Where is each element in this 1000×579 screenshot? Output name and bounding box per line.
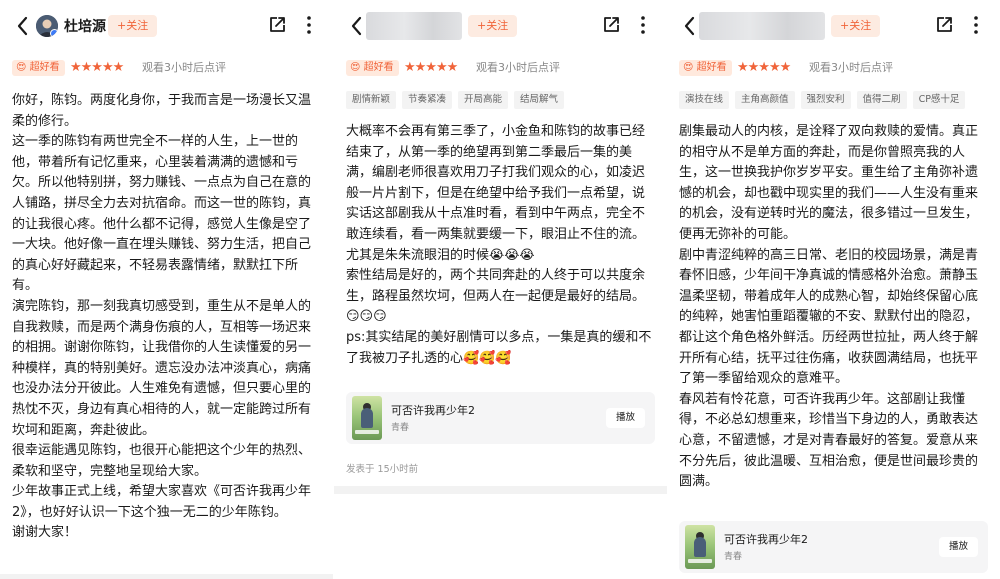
review-body: 大概率不会再有第三季了，小金鱼和陈钧的故事已经结束了，从第一季的绝望再到第二季最…	[346, 122, 657, 369]
more-options-icon[interactable]	[640, 14, 646, 36]
verified-badge-icon	[50, 29, 58, 37]
review-screens: 杜培源 +关注 😍 超好看 ★★★★★ 观看3小时后点评 你好，陈钧。两度化身你…	[0, 0, 1000, 579]
drama-title: 可否许我再少年2	[391, 404, 475, 417]
header: +关注	[334, 10, 667, 42]
back-arrow-icon[interactable]	[14, 14, 32, 38]
follow-button[interactable]: +关注	[468, 15, 518, 37]
share-icon[interactable]	[268, 16, 286, 34]
avatar[interactable]	[36, 15, 58, 37]
review-paragraph: 这一季的陈钧有两世完全不一样的人生，上一世的他，带着所有记忆重来，心里装着满满的…	[12, 134, 312, 294]
drama-genre: 青春	[391, 423, 410, 433]
review-panel-2: +关注 😍 超好看 ★★★★★ 观看3小时后点评 剧情新颖 节奏紧凑 开局高能 …	[334, 0, 667, 579]
tag[interactable]: CP感十足	[912, 91, 966, 109]
drama-card[interactable]: 可否许我再少年2 青春 播放	[679, 521, 988, 573]
drama-poster-image	[685, 525, 715, 569]
review-paragraph: 少年故事正式上线，希望大家喜欢《可否许我再少年2》，也好好认识一下这个独一无二的…	[12, 484, 312, 520]
section-divider	[0, 574, 333, 579]
header: +关注	[667, 10, 1000, 42]
section-divider	[334, 486, 667, 494]
tag-list: 演技在线 主角高颜值 强烈安利 值得二刷 CP感十足	[679, 91, 966, 109]
tag[interactable]: 剧情新颖	[346, 91, 397, 109]
play-button[interactable]: 播放	[938, 537, 978, 557]
play-button[interactable]: 播放	[605, 408, 645, 428]
review-panel-3: +关注 😍 超好看 ★★★★★ 观看3小时后点评 演技在线 主角高颜值 强烈安利…	[667, 0, 1000, 579]
author-name[interactable]: 杜培源	[64, 16, 106, 36]
rating-badge: 😍 超好看	[679, 60, 732, 76]
blurred-author-area	[699, 12, 825, 40]
review-paragraph: ps:其实结尾的美好剧情可以多点，一集是真的缓和不了我被刀子扎透的心🥰🥰🥰	[346, 329, 652, 366]
review-paragraph: 索性结局是好的，两个共同奔赴的人终于可以共度余生，路程虽然坎坷，但两人在一起便是…	[346, 268, 646, 304]
back-arrow-icon[interactable]	[348, 14, 366, 38]
rating-stars: ★★★★★	[737, 60, 791, 75]
rating-stars: ★★★★★	[404, 60, 458, 75]
drama-card[interactable]: 可否许我再少年2 青春 播放	[346, 392, 655, 444]
rating-badge: 😍 超好看	[12, 60, 65, 76]
review-paragraph: 尤其是朱朱流眼泪的时候😭😭😭	[346, 247, 535, 263]
drama-genre: 青春	[724, 552, 743, 562]
header: 杜培源 +关注	[0, 10, 333, 42]
more-options-icon[interactable]	[306, 14, 312, 36]
posted-time: 发表于 15小时前	[346, 464, 419, 475]
blurred-author-area	[366, 12, 462, 40]
more-options-icon[interactable]	[973, 14, 979, 36]
rating-note: 观看3小时后点评	[809, 61, 893, 74]
review-paragraph: 很幸运能遇见陈钧，也很开心能把这个少年的热烈、柔软和坚守，完整地呈现给大家。	[12, 443, 312, 479]
review-paragraph: 你好，陈钧。两度化身你，于我而言是一场漫长又温柔的修行。	[12, 93, 312, 129]
drama-poster-image	[352, 396, 382, 440]
tag[interactable]: 值得二刷	[856, 91, 907, 109]
review-paragraph: 演完陈钧，那一刻我真切感受到，重生从不是单人的自我救赎，而是两个满身伤痕的人，互…	[12, 298, 312, 438]
review-paragraph: 大概率不会再有第三季了，小金鱼和陈钧的故事已经结束了，从第一季的绝望再到第二季最…	[346, 124, 646, 242]
rating-note: 观看3小时后点评	[476, 61, 560, 74]
tag[interactable]: 节奏紧凑	[402, 91, 453, 109]
review-paragraph: 剧中青涩纯粹的高三日常、老旧的校园场景，满是青春怀旧感，少年间干净真诚的情感格外…	[679, 247, 979, 387]
tag[interactable]: 强烈安利	[800, 91, 851, 109]
rating-badge: 😍 超好看	[346, 60, 399, 76]
review-panel-1: 杜培源 +关注 😍 超好看 ★★★★★ 观看3小时后点评 你好，陈钧。两度化身你…	[0, 0, 333, 579]
review-paragraph: 春风若有怜花意，可否许我再少年。这部剧让我懂得，不必总幻想重来，珍惜当下身边的人…	[679, 391, 979, 490]
back-arrow-icon[interactable]	[681, 14, 699, 38]
tag[interactable]: 主角高颜值	[735, 91, 795, 109]
review-body: 你好，陈钧。两度化身你，于我而言是一场漫长又温柔的修行。 这一季的陈钧有两世完全…	[12, 91, 323, 544]
follow-button[interactable]: +关注	[108, 15, 158, 37]
follow-button[interactable]: +关注	[831, 15, 881, 37]
tag[interactable]: 开局高能	[458, 91, 509, 109]
rating-note: 观看3小时后点评	[142, 61, 226, 74]
share-icon[interactable]	[935, 16, 953, 34]
share-icon[interactable]	[602, 16, 620, 34]
review-body: 剧集最动人的内核，是诠释了双向救赎的爱情。真正的相守从不是单方面的奔赴，而是你曾…	[679, 122, 990, 493]
review-paragraph: 剧集最动人的内核，是诠释了双向救赎的爱情。真正的相守从不是单方面的奔赴，而是你曾…	[679, 124, 979, 242]
tag[interactable]: 结局解气	[514, 91, 565, 109]
drama-title: 可否许我再少年2	[724, 533, 808, 546]
review-paragraph: 谢谢大家！	[12, 525, 78, 541]
rating-stars: ★★★★★	[70, 60, 124, 75]
tag[interactable]: 演技在线	[679, 91, 730, 109]
tag-list: 剧情新颖 节奏紧凑 开局高能 结局解气	[346, 91, 565, 109]
review-paragraph: 😏😏😏	[346, 309, 387, 325]
